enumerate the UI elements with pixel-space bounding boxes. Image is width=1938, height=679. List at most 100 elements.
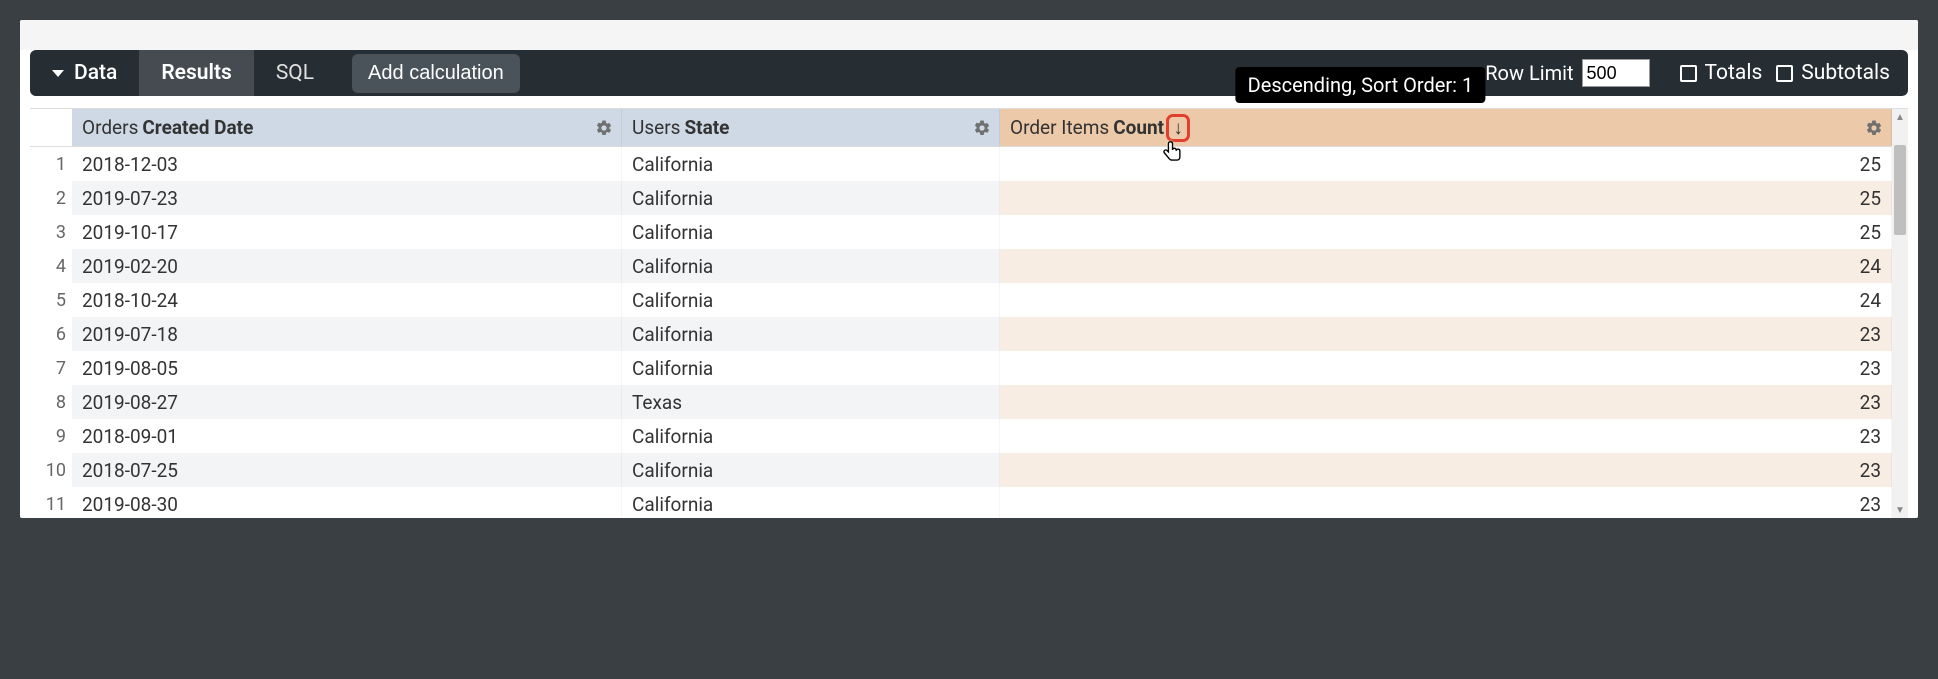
column-header-users-state[interactable]: Users State [622,109,1000,146]
cell-order-items-count[interactable]: 24 [1000,283,1892,317]
grid-header-row: Orders Created Date Users State Order It… [72,109,1892,147]
row-number: 5 [30,283,72,317]
column-header-order-items-count[interactable]: Order Items Count ↓ [1000,109,1892,146]
row-number: 1 [30,147,72,181]
cell-users-state[interactable]: California [622,249,1000,283]
cell-users-state[interactable]: California [622,453,1000,487]
checkbox-icon [1776,65,1793,82]
cell-order-items-count[interactable]: 23 [1000,487,1892,518]
sort-tooltip: Descending, Sort Order: 1 [1236,67,1486,103]
totals-label: Totals [1705,61,1763,85]
panel-top-pad [20,20,1918,50]
table-row: 2019-08-30California23 [72,487,1892,518]
column-header-created-date[interactable]: Orders Created Date [72,109,622,146]
row-number: 2 [30,181,72,215]
sort-descending-indicator[interactable]: ↓ [1166,114,1190,142]
scroll-down-icon[interactable]: ▼ [1892,502,1908,518]
data-toolbar: Data Results SQL Add calculation Descend… [30,50,1908,96]
header-field-label: State [684,116,729,139]
caret-down-icon [52,70,64,77]
cell-created-date[interactable]: 2019-10-17 [72,215,622,249]
cell-users-state[interactable]: California [622,317,1000,351]
cell-created-date[interactable]: 2019-07-23 [72,181,622,215]
cell-created-date[interactable]: 2018-09-01 [72,419,622,453]
results-area: 1234567891011 Orders Created Date Users … [30,108,1908,518]
header-group-label: Users [632,116,680,139]
cell-users-state[interactable]: California [622,147,1000,181]
row-limit-input[interactable] [1582,59,1650,87]
grid-body: 2018-12-03California252019-07-23Californ… [72,147,1892,518]
table-row: 2019-08-27Texas23 [72,385,1892,419]
row-limit-label: Row Limit [1485,61,1573,85]
cell-users-state[interactable]: California [622,283,1000,317]
toolbar-right: Descending, Sort Order: 1 Row Limit Tota… [1485,59,1908,87]
tab-sql-label: SQL [276,61,314,85]
table-row: 2019-02-20California24 [72,249,1892,283]
cell-created-date[interactable]: 2018-10-24 [72,283,622,317]
header-group-label: Order Items [1010,116,1109,139]
cell-order-items-count[interactable]: 23 [1000,385,1892,419]
toolbar-left: Data Results SQL Add calculation [30,50,520,96]
table-row: 2018-09-01California23 [72,419,1892,453]
data-expand-button[interactable]: Data [30,50,139,96]
gear-icon[interactable] [595,119,613,137]
row-number: 7 [30,351,72,385]
row-limit-group: Descending, Sort Order: 1 Row Limit [1485,59,1649,87]
cell-order-items-count[interactable]: 25 [1000,181,1892,215]
results-grid: Orders Created Date Users State Order It… [72,108,1892,518]
cell-created-date[interactable]: 2019-08-30 [72,487,622,518]
cell-created-date[interactable]: 2018-12-03 [72,147,622,181]
header-group-label: Orders [82,116,138,139]
tab-results-label: Results [161,61,231,85]
row-number: 11 [30,487,72,518]
cell-created-date[interactable]: 2019-08-27 [72,385,622,419]
cell-order-items-count[interactable]: 25 [1000,147,1892,181]
table-row: 2018-07-25California23 [72,453,1892,487]
cell-users-state[interactable]: California [622,419,1000,453]
add-calculation-button[interactable]: Add calculation [352,54,520,93]
row-number: 10 [30,453,72,487]
cell-users-state[interactable]: California [622,215,1000,249]
table-row: 2019-07-18California23 [72,317,1892,351]
table-row: 2018-12-03California25 [72,147,1892,181]
table-row: 2019-10-17California25 [72,215,1892,249]
cell-order-items-count[interactable]: 23 [1000,351,1892,385]
cell-users-state[interactable]: California [622,487,1000,518]
row-number-header [30,109,72,147]
vertical-scrollbar[interactable]: ▲ ▼ [1892,108,1908,518]
scroll-up-icon[interactable]: ▲ [1892,109,1908,125]
checkbox-icon [1680,65,1697,82]
row-number: 4 [30,249,72,283]
cell-order-items-count[interactable]: 23 [1000,453,1892,487]
header-field-label: Created Date [142,116,253,139]
tab-results[interactable]: Results [139,50,253,96]
cell-created-date[interactable]: 2019-07-18 [72,317,622,351]
cell-users-state[interactable]: Texas [622,385,1000,419]
scroll-thumb[interactable] [1894,145,1906,235]
cell-users-state[interactable]: California [622,351,1000,385]
cell-created-date[interactable]: 2018-07-25 [72,453,622,487]
data-label: Data [74,61,117,85]
cell-order-items-count[interactable]: 24 [1000,249,1892,283]
table-row: 2018-10-24California24 [72,283,1892,317]
cell-users-state[interactable]: California [622,181,1000,215]
cell-order-items-count[interactable]: 25 [1000,215,1892,249]
cell-order-items-count[interactable]: 23 [1000,419,1892,453]
explore-panel: Data Results SQL Add calculation Descend… [20,20,1918,518]
arrow-down-icon: ↓ [1173,116,1183,140]
subtotals-label: Subtotals [1801,61,1890,85]
table-row: 2019-08-05California23 [72,351,1892,385]
table-row: 2019-07-23California25 [72,181,1892,215]
tab-sql[interactable]: SQL [254,50,336,96]
row-number: 8 [30,385,72,419]
row-number-column: 1234567891011 [30,108,72,518]
totals-toggle[interactable]: Totals [1680,61,1763,85]
gear-icon[interactable] [1865,119,1883,137]
cell-created-date[interactable]: 2019-02-20 [72,249,622,283]
cell-order-items-count[interactable]: 23 [1000,317,1892,351]
subtotals-toggle[interactable]: Subtotals [1776,61,1890,85]
cell-created-date[interactable]: 2019-08-05 [72,351,622,385]
header-field-label: Count [1113,116,1164,139]
gear-icon[interactable] [973,119,991,137]
row-number: 9 [30,419,72,453]
